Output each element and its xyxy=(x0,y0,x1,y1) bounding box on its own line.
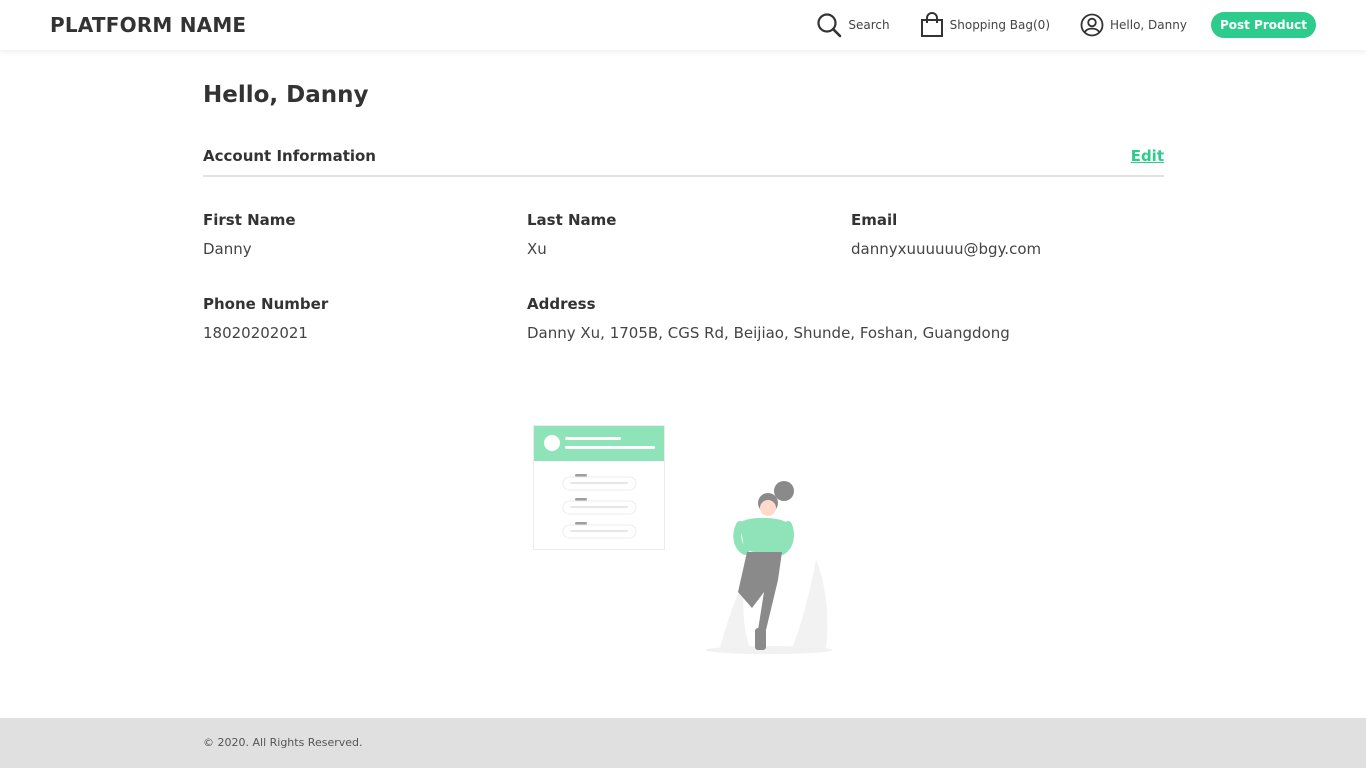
page-title: Hello, Danny xyxy=(203,82,369,108)
profile-illustration xyxy=(530,420,840,664)
nav-shopping-bag[interactable]: Shopping Bag(0) xyxy=(920,12,1050,38)
phone-value: 18020202021 xyxy=(203,324,308,342)
nav-user-account[interactable]: Hello, Danny xyxy=(1080,13,1187,37)
nav-bag-label: Shopping Bag(0) xyxy=(949,18,1050,32)
search-icon xyxy=(816,12,842,38)
address-label: Address xyxy=(527,295,596,313)
nav-search[interactable]: Search xyxy=(816,12,890,38)
email-value: dannyxuuuuuu@bgy.com xyxy=(851,240,1042,258)
shopping-bag-icon xyxy=(920,12,944,38)
email-field: Email dannyxuuuuuu@bgy.com xyxy=(851,211,1041,258)
last-name-value: Xu xyxy=(527,240,547,258)
nav-user-label: Hello, Danny xyxy=(1110,18,1187,32)
account-info-header: Account Information Edit xyxy=(203,146,1164,177)
edit-link[interactable]: Edit xyxy=(1131,147,1164,165)
first-name-value: Danny xyxy=(203,240,252,258)
first-name-label: First Name xyxy=(203,211,296,229)
top-navbar: PLATFORM NAME Search Shopping Bag(0) Hel… xyxy=(0,0,1366,50)
last-name-label: Last Name xyxy=(527,211,617,229)
post-product-button[interactable]: Post Product xyxy=(1210,12,1316,38)
nav-menu: Search Shopping Bag(0) Hello, Danny Post xyxy=(816,0,1316,50)
address-field: Address Danny Xu, 1705B, CGS Rd, Beijiao… xyxy=(527,295,1010,342)
phone-field: Phone Number 18020202021 xyxy=(203,295,328,342)
last-name-field: Last Name Xu xyxy=(527,211,616,258)
nav-search-label: Search xyxy=(848,18,890,32)
email-label: Email xyxy=(851,211,898,229)
section-title: Account Information xyxy=(203,147,376,165)
first-name-field: First Name Danny xyxy=(203,211,296,258)
footer: © 2020. All Rights Reserved. xyxy=(0,718,1366,768)
platform-logo[interactable]: PLATFORM NAME xyxy=(50,13,246,37)
copyright-text: © 2020. All Rights Reserved. xyxy=(203,736,363,749)
address-value: Danny Xu, 1705B, CGS Rd, Beijiao, Shunde… xyxy=(527,324,1010,342)
phone-label: Phone Number xyxy=(203,295,329,313)
user-circle-icon xyxy=(1080,13,1104,37)
